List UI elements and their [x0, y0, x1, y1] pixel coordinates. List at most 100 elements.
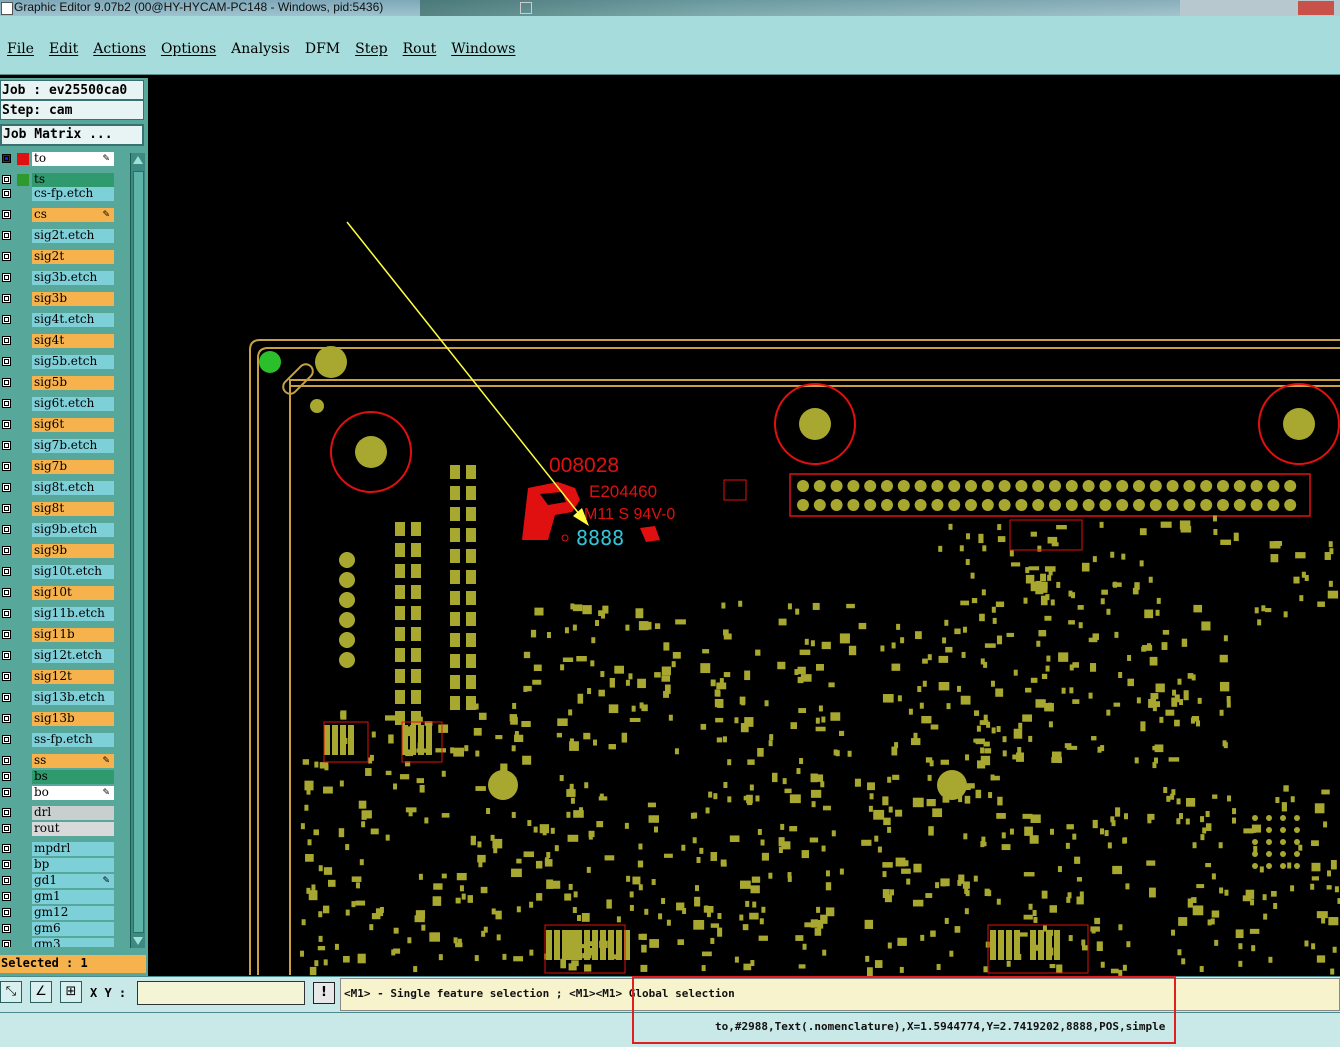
layer-checkbox[interactable]: [2, 860, 11, 869]
close-button[interactable]: [1298, 1, 1334, 15]
layer-checkbox[interactable]: [2, 378, 11, 387]
layer-row-gm3[interactable]: gm3: [0, 938, 118, 947]
layer-checkbox[interactable]: [2, 844, 11, 853]
layer-row-drl[interactable]: drl: [0, 806, 118, 820]
layer-row-bp[interactable]: bp: [0, 858, 118, 872]
layer-row-rout[interactable]: rout: [0, 822, 118, 836]
layer-row-sig5b.etch[interactable]: sig5b.etch: [0, 355, 118, 369]
layer-checkbox[interactable]: [2, 294, 11, 303]
layer-checkbox[interactable]: [2, 693, 11, 702]
layer-checkbox[interactable]: [2, 876, 11, 885]
layer-checkbox[interactable]: [2, 824, 11, 833]
menu-windows[interactable]: Windows: [451, 41, 515, 57]
layer-row-sig13b.etch[interactable]: sig13b.etch: [0, 691, 118, 705]
layer-row-sig8t[interactable]: sig8t: [0, 502, 118, 516]
scroll-up-icon[interactable]: [133, 156, 143, 164]
layer-checkbox[interactable]: [2, 788, 11, 797]
layer-checkbox[interactable]: [2, 175, 11, 184]
layer-checkbox[interactable]: [2, 808, 11, 817]
layer-row-sig9b[interactable]: sig9b: [0, 544, 118, 558]
alert-icon[interactable]: !: [313, 982, 335, 1004]
job-matrix-button[interactable]: Job Matrix ...: [0, 124, 144, 146]
measure-icon[interactable]: ∠: [30, 981, 52, 1003]
layer-row-gm1[interactable]: gm1: [0, 890, 118, 904]
layer-checkbox[interactable]: [2, 462, 11, 471]
layer-checkbox[interactable]: [2, 735, 11, 744]
menu-rout[interactable]: Rout: [403, 41, 437, 57]
layer-checkbox[interactable]: [2, 609, 11, 618]
layer-row-sig6t.etch[interactable]: sig6t.etch: [0, 397, 118, 411]
layer-row-sig11b[interactable]: sig11b: [0, 628, 118, 642]
layer-row-sig9b.etch[interactable]: sig9b.etch: [0, 523, 118, 537]
layer-checkbox[interactable]: [2, 756, 11, 765]
layer-row-sig10t.etch[interactable]: sig10t.etch: [0, 565, 118, 579]
layer-row-sig7b.etch[interactable]: sig7b.etch: [0, 439, 118, 453]
layer-row-sig2t.etch[interactable]: sig2t.etch: [0, 229, 118, 243]
layer-row-ss[interactable]: ss ✎: [0, 754, 118, 768]
layer-row-sig4t[interactable]: sig4t: [0, 334, 118, 348]
layer-checkbox[interactable]: [2, 210, 11, 219]
layer-row-mpdrl[interactable]: mpdrl: [0, 842, 118, 856]
layer-row-sig8t.etch[interactable]: sig8t.etch: [0, 481, 118, 495]
scroll-down-icon[interactable]: [133, 937, 143, 945]
layer-checkbox[interactable]: [2, 892, 11, 901]
layer-row-sig11b.etch[interactable]: sig11b.etch: [0, 607, 118, 621]
layer-row-gd1[interactable]: gd1 ✎: [0, 874, 118, 888]
layer-checkbox[interactable]: [2, 420, 11, 429]
layer-checkbox[interactable]: [2, 525, 11, 534]
menu-file[interactable]: File: [7, 41, 34, 57]
layer-checkbox[interactable]: [2, 672, 11, 681]
layer-checkbox[interactable]: [2, 315, 11, 324]
layer-row-cs[interactable]: cs ✎: [0, 208, 118, 222]
layer-checkbox[interactable]: [2, 940, 11, 947]
layer-row-sig6t[interactable]: sig6t: [0, 418, 118, 432]
pcb-view[interactable]: 008028 E204460 M11 S 94V-0 8888: [148, 78, 1340, 976]
layer-checkbox[interactable]: [2, 908, 11, 917]
layer-checkbox[interactable]: [2, 651, 11, 660]
menu-analysis[interactable]: Analysis: [231, 41, 290, 57]
layer-row-ss-fp.etch[interactable]: ss-fp.etch: [0, 733, 118, 747]
layer-checkbox[interactable]: [2, 336, 11, 345]
graphic-canvas[interactable]: 008028 E204460 M11 S 94V-0 8888: [148, 78, 1340, 976]
layer-checkbox[interactable]: [2, 546, 11, 555]
layer-row-sig5b[interactable]: sig5b: [0, 376, 118, 390]
menu-edit[interactable]: Edit: [49, 41, 78, 57]
layer-row-gm6[interactable]: gm6: [0, 922, 118, 936]
layer-row-sig13b[interactable]: sig13b: [0, 712, 118, 726]
layer-checkbox[interactable]: [2, 399, 11, 408]
selected-text-feature[interactable]: 8888: [576, 526, 624, 550]
layer-row-bo[interactable]: bo ✎: [0, 786, 118, 800]
scroll-thumb[interactable]: [133, 171, 144, 933]
zoom-area-icon[interactable]: ⤡: [0, 981, 22, 1003]
xy-input[interactable]: [137, 981, 305, 1005]
layer-row-gm12[interactable]: gm12: [0, 906, 118, 920]
layer-checkbox[interactable]: [2, 189, 11, 198]
layer-checkbox[interactable]: [2, 357, 11, 366]
layer-row-ts[interactable]: ts: [0, 173, 118, 187]
layer-checkbox[interactable]: [2, 630, 11, 639]
layer-checkbox[interactable]: [2, 588, 11, 597]
layer-row-to[interactable]: to ✎: [0, 152, 118, 166]
layer-checkbox[interactable]: [2, 567, 11, 576]
layer-checkbox[interactable]: [2, 483, 11, 492]
menu-step[interactable]: Step: [355, 41, 387, 57]
menu-options[interactable]: Options: [161, 41, 216, 57]
layer-row-sig12t[interactable]: sig12t: [0, 670, 118, 684]
layer-row-sig3b.etch[interactable]: sig3b.etch: [0, 271, 118, 285]
layer-checkbox[interactable]: [2, 504, 11, 513]
layer-row-cs-fp.etch[interactable]: cs-fp.etch: [0, 187, 118, 201]
layer-row-bs[interactable]: bs: [0, 770, 118, 784]
layer-checkbox[interactable]: [2, 441, 11, 450]
layer-checkbox[interactable]: [2, 924, 11, 933]
layer-checkbox[interactable]: [2, 252, 11, 261]
layer-row-sig10t[interactable]: sig10t: [0, 586, 118, 600]
layer-row-sig12t.etch[interactable]: sig12t.etch: [0, 649, 118, 663]
layer-checkbox[interactable]: [2, 231, 11, 240]
layer-scrollbar[interactable]: [130, 153, 145, 948]
layer-row-sig2t[interactable]: sig2t: [0, 250, 118, 264]
layer-checkbox[interactable]: [2, 154, 11, 163]
menu-dfm[interactable]: DFM: [305, 41, 340, 57]
layer-row-sig7b[interactable]: sig7b: [0, 460, 118, 474]
layer-row-sig3b[interactable]: sig3b: [0, 292, 118, 306]
menu-actions[interactable]: Actions: [93, 41, 146, 57]
